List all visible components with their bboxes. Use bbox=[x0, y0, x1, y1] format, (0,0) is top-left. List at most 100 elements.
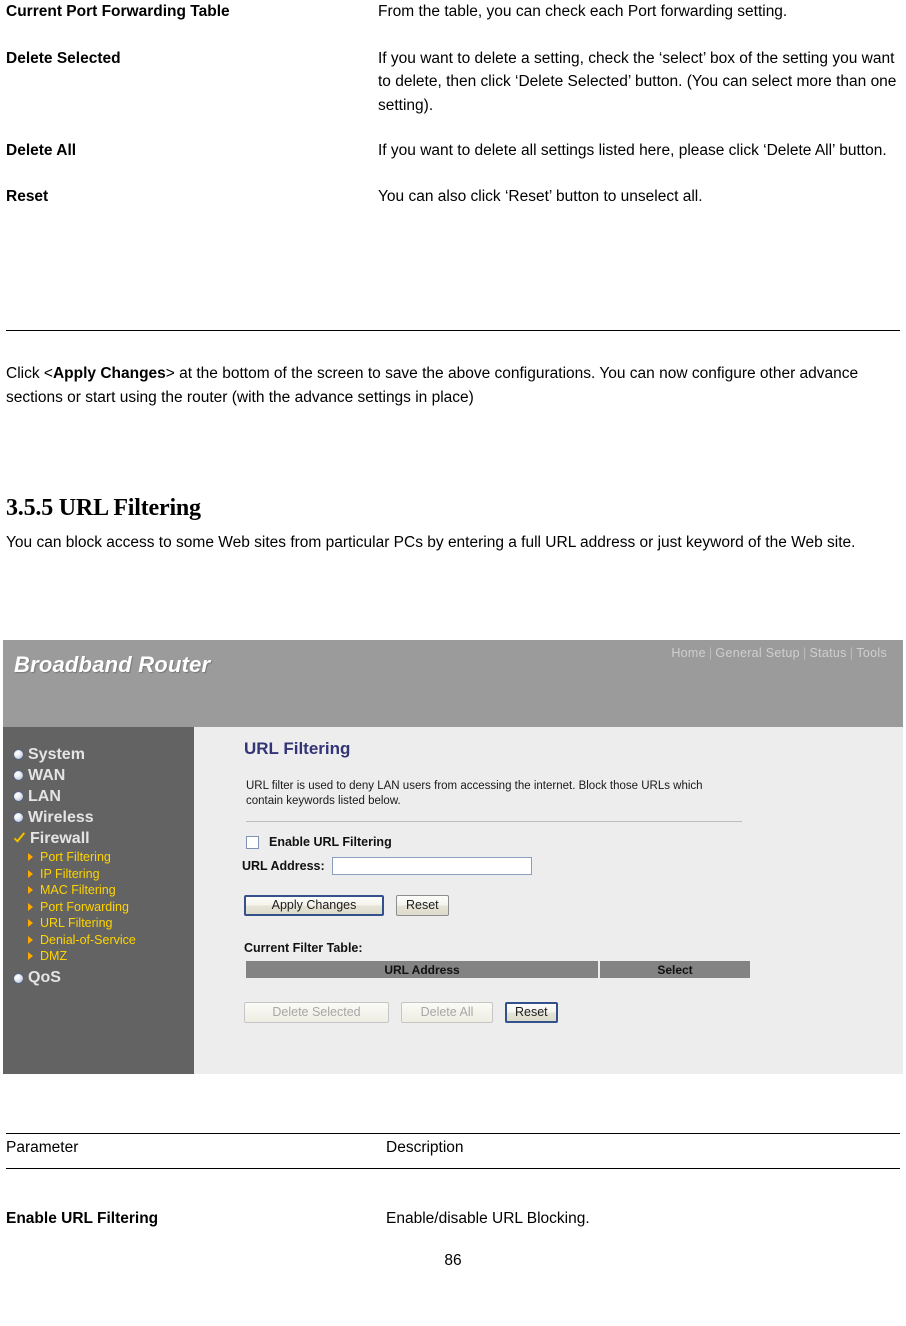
bullet-icon bbox=[13, 812, 24, 823]
enable-url-filtering-row: Enable URL Filtering bbox=[246, 835, 392, 849]
sidebar-subitem-label: Denial-of-Service bbox=[40, 932, 136, 947]
parameter-description: Enable/disable URL Blocking. bbox=[386, 1210, 590, 1227]
sidebar-subitem-label: MAC Filtering bbox=[40, 883, 116, 898]
parameter-name: Delete All bbox=[6, 142, 77, 159]
parameter-name: Reset bbox=[6, 187, 49, 205]
parameter-row: Delete All If you want to delete all set… bbox=[6, 139, 900, 163]
sidebar-subitem-label: IP Filtering bbox=[40, 866, 100, 881]
router-content-panel: URL Filtering URL filter is used to deny… bbox=[194, 727, 903, 1074]
sidebar-item-qos[interactable]: QoS bbox=[3, 968, 194, 989]
enable-url-filtering-label: Enable URL Filtering bbox=[269, 835, 392, 849]
url-address-label: URL Address: bbox=[242, 859, 325, 873]
table-reset-button[interactable]: Reset bbox=[505, 1002, 558, 1023]
sidebar-subitem-label: URL Filtering bbox=[40, 916, 113, 931]
sidebar-item-url-filtering[interactable]: URL Filtering bbox=[3, 915, 194, 932]
parameter-description-list: Current Port Forwarding Table From the t… bbox=[6, 0, 900, 225]
sidebar-item-label: LAN bbox=[28, 787, 61, 805]
table-column-url-address: URL Address bbox=[246, 961, 598, 978]
sidebar-item-label: System bbox=[28, 745, 85, 763]
apply-changes-paragraph: Click <Apply Changes> at the bottom of t… bbox=[6, 362, 900, 410]
nav-link-status[interactable]: Status bbox=[810, 646, 847, 660]
parameter-description: If you want to delete all settings liste… bbox=[378, 142, 887, 159]
router-header-bar: Broadband Router Home | General Setup | Stat… bbox=[3, 640, 903, 727]
router-brand-title: Broadband Router bbox=[14, 652, 211, 677]
apply-changes-emphasis: Apply Changes bbox=[52, 365, 166, 382]
parameter-description: From the table, you can check each Port … bbox=[378, 3, 788, 20]
sidebar-item-port-filtering[interactable]: Port Filtering bbox=[3, 849, 194, 866]
arrow-icon bbox=[28, 919, 38, 928]
sidebar-item-mac-filtering[interactable]: MAC Filtering bbox=[3, 882, 194, 899]
arrow-icon bbox=[28, 902, 38, 911]
sidebar-subitem-label: Port Filtering bbox=[40, 850, 111, 865]
sidebar-subitem-label: DMZ bbox=[40, 949, 68, 964]
sidebar-item-ip-filtering[interactable]: IP Filtering bbox=[3, 866, 194, 883]
router-top-navigation: Home | General Setup | Status | Tools bbox=[671, 646, 887, 660]
url-address-row: URL Address: bbox=[242, 857, 532, 875]
sidebar-item-port-forwarding[interactable]: Port Forwarding bbox=[3, 899, 194, 916]
panel-title: URL Filtering bbox=[244, 739, 351, 758]
check-icon bbox=[13, 832, 26, 845]
apply-changes-button[interactable]: Apply Changes bbox=[244, 895, 384, 916]
sidebar-item-wan[interactable]: WAN bbox=[3, 765, 194, 786]
arrow-icon bbox=[28, 853, 38, 862]
footer-table-top-rule bbox=[6, 1133, 900, 1134]
nav-link-general-setup[interactable]: General Setup bbox=[715, 646, 800, 660]
parameter-row: Current Port Forwarding Table From the t… bbox=[6, 0, 900, 24]
arrow-icon bbox=[28, 952, 38, 961]
parameter-description: You can also click ‘Reset’ button to uns… bbox=[378, 187, 703, 205]
router-ui-screenshot: Broadband Router Home | General Setup | Stat… bbox=[3, 640, 903, 1074]
parameter-description: If you want to delete a setting, check t… bbox=[378, 49, 897, 114]
nav-separator: | bbox=[708, 646, 713, 660]
sidebar-item-label: Firewall bbox=[30, 829, 90, 847]
nav-link-tools[interactable]: Tools bbox=[856, 646, 887, 660]
parameter-name: Enable URL Filtering bbox=[6, 1210, 159, 1227]
sidebar-item-wireless[interactable]: Wireless bbox=[3, 807, 194, 828]
panel-intro-text: URL filter is used to deny LAN users fro… bbox=[246, 780, 703, 807]
delete-selected-button[interactable]: Delete Selected bbox=[244, 1002, 389, 1023]
footer-col-parameter: Parameter bbox=[6, 1139, 79, 1156]
sidebar-item-dmz[interactable]: DMZ bbox=[3, 948, 194, 965]
nav-link-home[interactable]: Home bbox=[671, 646, 706, 660]
manual-page: Current Port Forwarding Table From the t… bbox=[0, 0, 906, 1326]
delete-all-button[interactable]: Delete All bbox=[401, 1002, 493, 1023]
parameter-row: Reset You can also click ‘Reset’ button … bbox=[6, 185, 900, 209]
bullet-icon bbox=[13, 791, 24, 802]
footer-col-description: Description bbox=[386, 1139, 464, 1156]
sidebar-item-label: Wireless bbox=[28, 808, 94, 826]
sidebar-item-firewall[interactable]: Firewall bbox=[3, 828, 194, 849]
table-column-select: Select bbox=[600, 961, 750, 978]
arrow-icon bbox=[28, 886, 38, 895]
section-heading: 3.5.5 URL Filtering bbox=[6, 495, 201, 521]
bullet-icon bbox=[13, 770, 24, 781]
footer-parameter-list: Enable URL Filtering Enable/disable URL … bbox=[6, 1207, 900, 1248]
enable-url-filtering-checkbox[interactable] bbox=[246, 835, 259, 849]
nav-separator: | bbox=[849, 646, 854, 660]
parameter-name: Delete Selected bbox=[6, 49, 121, 67]
table-button-row: Delete Selected Delete All Reset bbox=[244, 1002, 558, 1023]
sidebar-item-label: QoS bbox=[28, 969, 61, 986]
parameter-row: Delete Selected If you want to delete a … bbox=[6, 47, 900, 118]
bullet-icon bbox=[13, 972, 24, 984]
form-button-row: Apply Changes Reset bbox=[244, 895, 449, 916]
sidebar-item-denial-of-service[interactable]: Denial-of-Service bbox=[3, 932, 194, 949]
horizontal-divider bbox=[6, 330, 900, 331]
page-number: 86 bbox=[444, 1252, 462, 1269]
sidebar-item-lan[interactable]: LAN bbox=[3, 786, 194, 807]
arrow-icon bbox=[28, 869, 38, 878]
apply-paragraph-lead: Click < bbox=[6, 365, 53, 382]
parameter-row: Enable URL Filtering Enable/disable URL … bbox=[6, 1207, 900, 1231]
router-sidebar: System WAN LAN Wireless Firewall Port Fi… bbox=[3, 727, 194, 1074]
footer-table-bottom-rule bbox=[6, 1168, 900, 1169]
nav-separator: | bbox=[802, 646, 807, 660]
reset-button[interactable]: Reset bbox=[396, 895, 449, 916]
sidebar-subitem-label: Port Forwarding bbox=[40, 899, 129, 914]
sidebar-item-label: WAN bbox=[28, 766, 66, 784]
sidebar-item-system[interactable]: System bbox=[3, 744, 194, 765]
current-filter-table-label: Current Filter Table: bbox=[244, 941, 363, 955]
panel-divider bbox=[246, 821, 742, 822]
url-address-input[interactable] bbox=[331, 857, 532, 875]
arrow-icon bbox=[28, 935, 38, 944]
section-body: You can block access to some Web sites f… bbox=[6, 534, 856, 551]
parameter-name: Current Port Forwarding Table bbox=[6, 3, 230, 20]
footer-table-header: Parameter Description bbox=[6, 1139, 900, 1157]
